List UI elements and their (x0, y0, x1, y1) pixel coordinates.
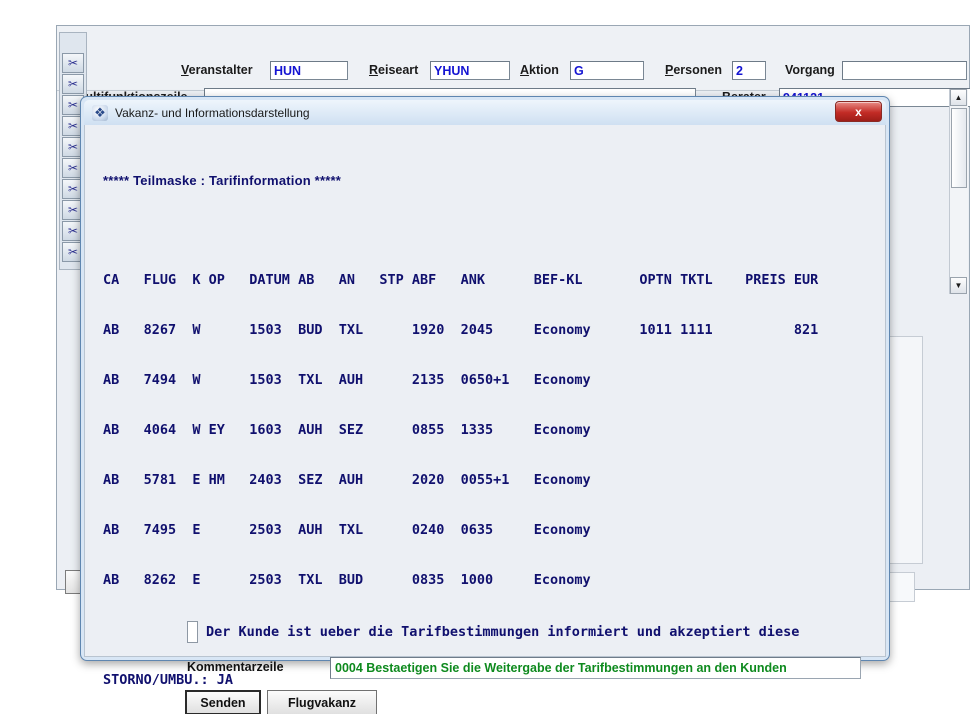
tariff-heading: ***** Teilmaske : Tarifinformation ***** (103, 173, 341, 188)
input-reiseart[interactable]: YHUN (430, 61, 510, 80)
kommentarzeile-input[interactable]: 0004 Bestaetigen Sie die Weitergabe der … (330, 657, 861, 679)
table-row: AB 7495 E 2503 AUH TXL 0240 0635 Economy (103, 522, 591, 538)
acknowledge-row: Der Kunde ist ueber die Tarifbestimmunge… (187, 621, 799, 643)
background-vertical-scrollbar[interactable]: ▲ ▼ (949, 89, 968, 294)
label-veranstalter: Veranstalter (181, 63, 253, 77)
flugvakanz-button[interactable]: Flugvakanz (267, 690, 377, 714)
toolbar-top-gap (60, 33, 86, 52)
scissors-icon[interactable]: ✂ (62, 53, 84, 73)
table-header-row: CA FLUG K OP DATUM AB AN STP ABF ANK BEF… (103, 272, 819, 288)
scissors-icon[interactable]: ✂ (62, 74, 84, 94)
table-row: AB 5781 E HM 2403 SEZ AUH 2020 0055+1 Ec… (103, 472, 591, 488)
dialog-body: ***** Teilmaske : Tarifinformation *****… (84, 125, 886, 714)
label-personen: Personen (665, 63, 722, 77)
table-row: AB 8267 W 1503 BUD TXL 1920 2045 Economy… (103, 322, 819, 338)
kommentarzeile-row: Kommentarzeile 0004 Bestaetigen Sie die … (105, 657, 867, 679)
scroll-up-icon[interactable]: ▲ (950, 89, 967, 106)
table-row: AB 7494 W 1503 TXL AUH 2135 0650+1 Econo… (103, 372, 591, 388)
scroll-down-icon[interactable]: ▼ (950, 277, 967, 294)
acknowledge-input[interactable] (187, 621, 198, 643)
dialog-title: Vakanz- und Informationsdarstellung (115, 105, 310, 120)
kommentarzeile-label: Kommentarzeile (187, 660, 284, 674)
table-row: AB 4064 W EY 1603 AUH SEZ 0855 1335 Econ… (103, 422, 591, 438)
header-form: Veranstalter HUN Reiseart YHUN Aktion G … (57, 26, 970, 107)
screen: Veranstalter HUN Reiseart YHUN Aktion G … (0, 0, 970, 714)
app-icon: ❖ (92, 104, 108, 121)
input-vorgang[interactable] (842, 61, 967, 80)
dialog-titlebar[interactable]: ❖ Vakanz- und Informationsdarstellung x (84, 100, 886, 125)
input-veranstalter[interactable]: HUN (270, 61, 348, 80)
input-personen[interactable]: 2 (732, 61, 766, 80)
label-vorgang: Vorgang (785, 63, 835, 77)
senden-button-top[interactable]: Senden (185, 690, 261, 714)
input-aktion[interactable]: G (570, 61, 644, 80)
acknowledge-label: Der Kunde ist ueber die Tarifbestimmunge… (206, 624, 800, 640)
label-reiseart: Reiseart (369, 63, 419, 77)
tarifinformation-dialog: ❖ Vakanz- und Informationsdarstellung x … (80, 96, 890, 714)
scrollbar-thumb[interactable] (951, 108, 967, 188)
label-aktion: Aktion (520, 63, 559, 77)
table-row: AB 8262 E 2503 TXL BUD 0835 1000 Economy (103, 572, 591, 588)
close-icon[interactable]: x (835, 101, 882, 122)
